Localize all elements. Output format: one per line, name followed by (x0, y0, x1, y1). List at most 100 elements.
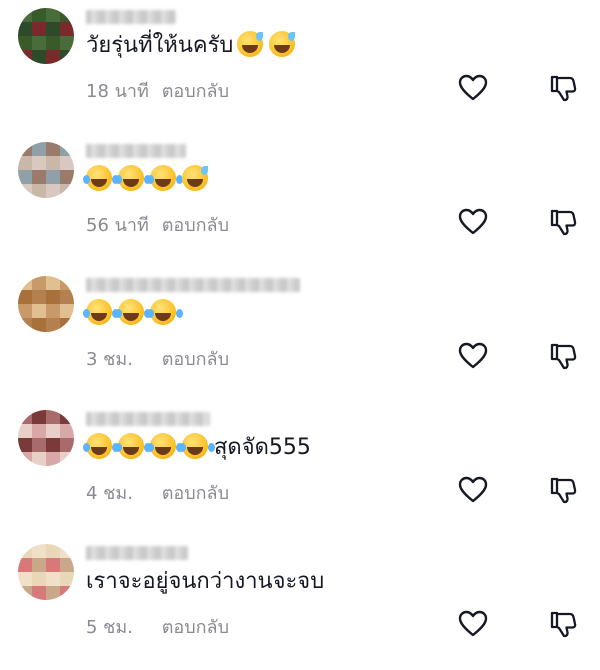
avatar-pixel (60, 452, 74, 466)
avatar-pixel (60, 290, 74, 304)
avatar-pixel (18, 142, 32, 156)
reply-button[interactable]: ตอบกลับ (162, 76, 229, 105)
thumbs-down-icon (548, 72, 580, 104)
avatar-pixel (46, 36, 60, 50)
sweat-smile-emoji (182, 165, 208, 191)
username-blurred[interactable] (86, 278, 300, 292)
avatar-pixel (18, 170, 32, 184)
comment-meta: 5 ชม. ตอบกลับ (86, 612, 229, 641)
avatar-pixel (60, 50, 74, 64)
avatar-pixel (60, 36, 74, 50)
avatar-pixel (46, 290, 60, 304)
like-button[interactable] (457, 206, 489, 238)
reply-button[interactable]: ตอบกลับ (162, 210, 229, 239)
tears-of-joy-emoji (147, 165, 176, 191)
reply-button[interactable]: ตอบกลับ (162, 478, 229, 507)
avatar-pixel (32, 36, 46, 50)
avatar-pixel (60, 586, 74, 600)
avatar-pixel (46, 22, 60, 36)
like-button[interactable] (457, 340, 489, 372)
username-blurred[interactable] (86, 144, 186, 158)
comment-meta: 18 นาที ตอบกลับ (86, 76, 229, 105)
comment-meta: 4 ชม. ตอบกลับ (86, 478, 229, 507)
comment-text (83, 298, 182, 330)
dislike-button[interactable] (548, 72, 580, 104)
tears-of-joy-emoji (147, 299, 176, 325)
avatar-pixel (32, 318, 46, 332)
like-button[interactable] (457, 72, 489, 104)
avatar-pixel (32, 424, 46, 438)
avatar-pixel (18, 304, 32, 318)
username-blurred[interactable] (86, 412, 210, 426)
avatar-pixel (46, 544, 60, 558)
comment-time: 56 นาที (86, 215, 149, 236)
comment-item: 56 นาที ตอบกลับ (0, 134, 600, 268)
tears-of-joy-emoji (147, 433, 176, 459)
avatar-pixel (18, 452, 32, 466)
avatar-pixel (32, 544, 46, 558)
avatar-pixel (18, 276, 32, 290)
thumbs-down-icon (548, 474, 580, 506)
avatar-pixel (32, 170, 46, 184)
avatar-pixel (60, 558, 74, 572)
avatar-pixel (32, 572, 46, 586)
avatar-pixel (60, 184, 74, 198)
avatar-pixel (18, 586, 32, 600)
comment-item: เราจะอยู่จนกว่างานจะจบ 5 ชม. ตอบกลับ (0, 536, 600, 670)
avatar[interactable] (18, 410, 74, 466)
comment-item: วัยรุ่นที่ให้นครับ 18 นาที ตอบกลับ (0, 0, 600, 134)
avatar-pixel (32, 276, 46, 290)
avatar[interactable] (18, 142, 74, 198)
avatar[interactable] (18, 8, 74, 64)
reply-button[interactable]: ตอบกลับ (162, 612, 229, 641)
comment-text (83, 164, 214, 196)
dislike-button[interactable] (548, 340, 580, 372)
sweat-smile-emoji (269, 31, 296, 57)
dislike-button[interactable] (548, 206, 580, 238)
avatar-pixel (18, 8, 32, 22)
avatar-pixel (60, 142, 74, 156)
heart-icon (457, 206, 489, 238)
avatar-pixel (60, 318, 74, 332)
comment-meta: 56 นาที ตอบกลับ (86, 210, 229, 239)
thumbs-down-icon (548, 340, 580, 372)
avatar-pixel (46, 170, 60, 184)
tears-of-joy-emoji (83, 433, 112, 459)
comment-item: สุดจัด555 4 ชม. ตอบกลับ (0, 402, 600, 536)
avatar-pixel (46, 50, 60, 64)
avatar-pixel (60, 8, 74, 22)
dislike-button[interactable] (548, 474, 580, 506)
username-blurred[interactable] (86, 546, 188, 560)
avatar-pixel (18, 410, 32, 424)
avatar-pixel (46, 572, 60, 586)
avatar-pixel (60, 276, 74, 290)
like-button[interactable] (457, 608, 489, 640)
avatar-pixel (32, 290, 46, 304)
avatar-pixel (46, 410, 60, 424)
avatar-pixel (60, 438, 74, 452)
reply-button[interactable]: ตอบกลับ (162, 344, 229, 373)
avatar-pixel (32, 452, 46, 466)
username-blurred[interactable] (86, 10, 176, 24)
avatar-pixel (18, 22, 32, 36)
comment-text: สุดจัด555 (83, 432, 311, 464)
avatar-pixel (60, 572, 74, 586)
thumbs-down-icon (548, 608, 580, 640)
avatar[interactable] (18, 544, 74, 600)
avatar-pixel (18, 544, 32, 558)
avatar-pixel (32, 304, 46, 318)
comment-item: 3 ชม. ตอบกลับ (0, 268, 600, 402)
avatar-pixel (32, 438, 46, 452)
avatar-pixel (18, 438, 32, 452)
like-button[interactable] (457, 474, 489, 506)
comment-time: 4 ชม. (86, 483, 133, 504)
tears-of-joy-emoji (83, 165, 112, 191)
avatar-pixel (32, 184, 46, 198)
comment-text: เราจะอยู่จนกว่างานจะจบ (86, 569, 325, 594)
avatar-pixel (18, 50, 32, 64)
avatar-pixel (32, 22, 46, 36)
avatar[interactable] (18, 276, 74, 332)
thumbs-down-icon (548, 206, 580, 238)
comment-meta: 3 ชม. ตอบกลับ (86, 344, 229, 373)
dislike-button[interactable] (548, 608, 580, 640)
